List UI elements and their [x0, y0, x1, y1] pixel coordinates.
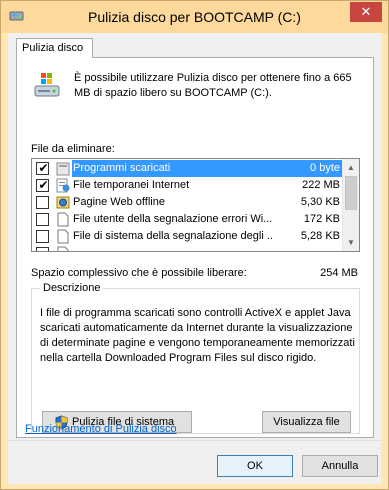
- scroll-thumb[interactable]: [345, 176, 357, 210]
- internet-files-icon: [56, 178, 70, 193]
- close-icon: ✕: [360, 4, 372, 19]
- description-title: Descrizione: [40, 282, 104, 294]
- intro-text: È possibile utilizzare Pulizia disco per…: [74, 72, 352, 99]
- item-size: 222 MB: [302, 179, 340, 191]
- checkmark-icon: ✔: [38, 178, 49, 192]
- item-checkbox[interactable]: ✔: [36, 178, 49, 192]
- item-name: Programmi scaricati: [73, 162, 171, 174]
- dialog-footer: OK Annulla: [8, 441, 381, 484]
- list-item[interactable]: ✔ Programmi scaricati 0 byte: [32, 160, 344, 177]
- item-name: File temporanei Internet: [73, 179, 190, 191]
- item-name: Pagine Web offline: [73, 196, 165, 208]
- list-item[interactable]: Pagine Web offline 5,30 KB: [32, 194, 344, 211]
- item-checkbox[interactable]: [36, 213, 49, 226]
- disk-cleanup-window: Pulizia disco per BOOTCAMP (C:) ✕ Pulizi…: [0, 0, 389, 490]
- item-name: File utente della segnalazione errori Wi…: [73, 213, 272, 225]
- how-disk-cleanup-works-link[interactable]: Funzionamento di Pulizia disco: [25, 423, 177, 435]
- item-size: 5,28 KB: [300, 230, 340, 242]
- item-checkbox[interactable]: [36, 196, 49, 209]
- files-listbox[interactable]: ✔ Programmi scaricati 0 byte ✔ File temp…: [31, 158, 360, 252]
- drive-icon: [34, 72, 60, 102]
- scroll-down-arrow-icon[interactable]: ▼: [343, 234, 359, 251]
- file-icon: [56, 212, 70, 227]
- cancel-button[interactable]: Annulla: [302, 455, 378, 477]
- description-group: Descrizione I file di programma scaricat…: [31, 282, 360, 434]
- item-size: 172 KB: [303, 213, 340, 225]
- dialog-client-area: Pulizia disco È possibile utilizzare Pul…: [8, 33, 381, 484]
- window-title: Pulizia disco per BOOTCAMP (C:): [88, 9, 301, 25]
- view-files-button[interactable]: Visualizza file: [262, 411, 351, 433]
- title-bar[interactable]: Pulizia disco per BOOTCAMP (C:) ✕: [1, 1, 388, 33]
- item-size: 5,30 KB: [300, 196, 340, 208]
- total-space-label: Spazio complessivo che è possibile liber…: [31, 267, 247, 279]
- tab-disk-cleanup[interactable]: Pulizia disco: [16, 38, 93, 58]
- tab-panel: È possibile utilizzare Pulizia disco per…: [16, 57, 374, 438]
- total-space-value: 254 MB: [320, 267, 358, 279]
- ok-button[interactable]: OK: [217, 455, 293, 477]
- checkmark-icon: ✔: [38, 161, 49, 175]
- file-icon: [56, 229, 70, 244]
- description-text: I file di programma scaricati sono contr…: [40, 307, 355, 364]
- file-icon: [56, 246, 70, 251]
- offline-pages-icon: [56, 195, 70, 210]
- close-button[interactable]: ✕: [350, 2, 382, 22]
- list-item[interactable]: ✔ File temporanei Internet 222 MB: [32, 177, 344, 194]
- item-checkbox[interactable]: ✔: [36, 161, 49, 175]
- item-name: File di sistema della segnalazione degli…: [73, 230, 272, 242]
- item-checkbox[interactable]: [36, 230, 49, 243]
- list-item[interactable]: File utente della segnalazione errori Wi…: [32, 211, 344, 228]
- vertical-scrollbar[interactable]: ▲ ▼: [342, 159, 359, 251]
- scroll-up-arrow-icon[interactable]: ▲: [343, 159, 359, 176]
- list-item[interactable]: [32, 245, 344, 251]
- files-to-delete-label: File da eliminare:: [31, 143, 115, 155]
- item-size: 0 byte: [310, 162, 340, 174]
- folder-icon: [56, 161, 70, 176]
- item-checkbox[interactable]: [36, 247, 49, 251]
- list-item[interactable]: File di sistema della segnalazione degli…: [32, 228, 344, 245]
